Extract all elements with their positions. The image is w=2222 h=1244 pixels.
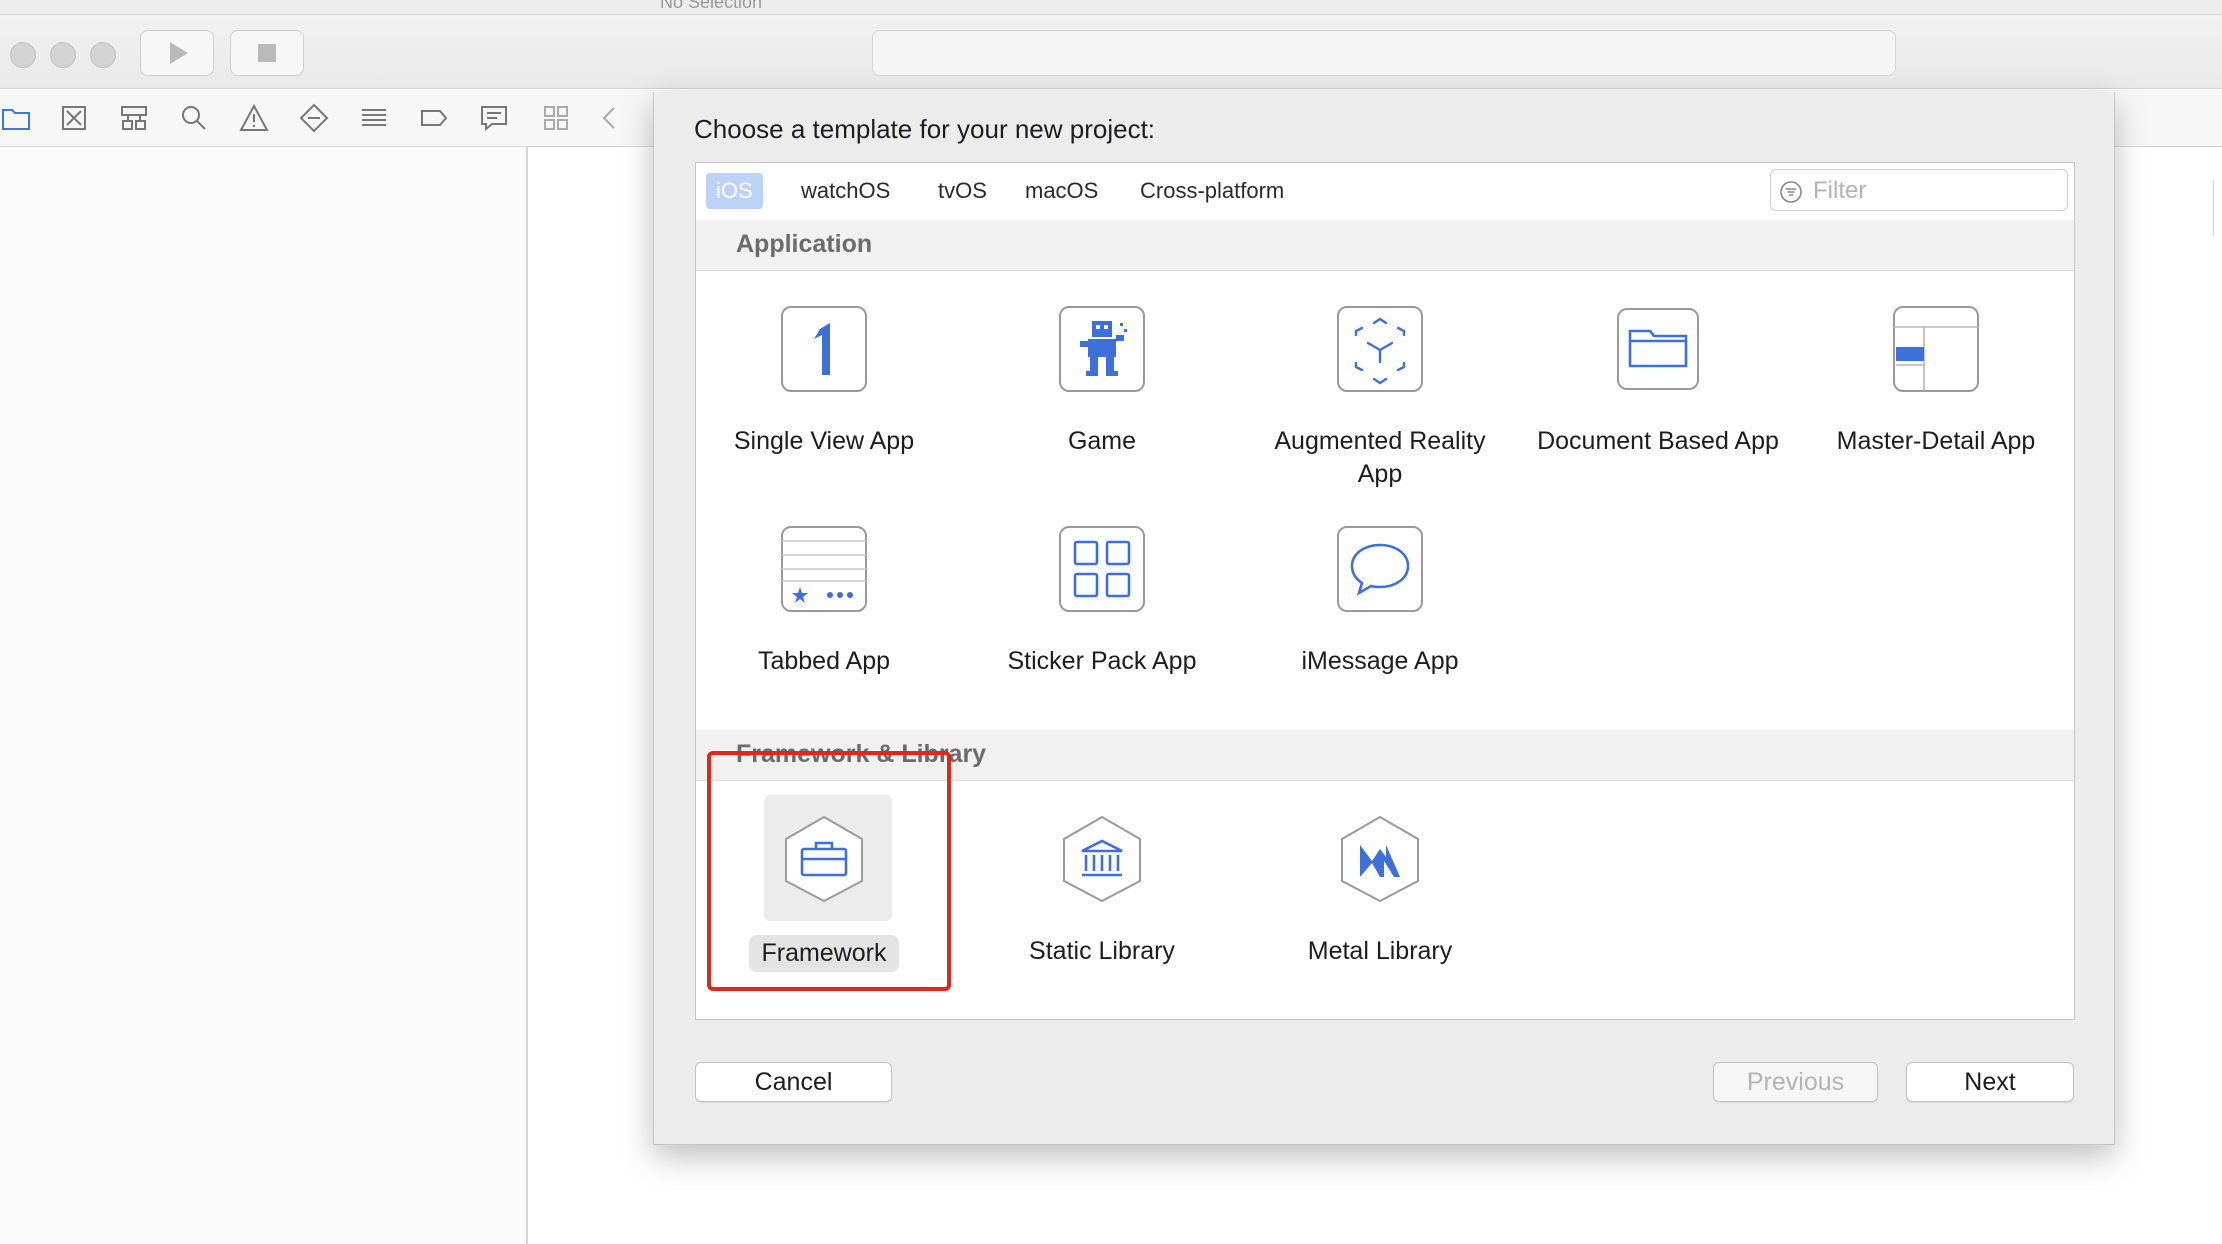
top-toolbar-strip: No Selection [0, 0, 2222, 15]
section-title: Application [736, 230, 873, 258]
project-navigator-icon[interactable] [0, 102, 32, 134]
single-view-app-icon [780, 305, 868, 393]
next-button[interactable]: Next [1906, 1062, 2074, 1102]
template-label: iMessage App [1301, 647, 1459, 675]
augmented-reality-icon [1336, 305, 1424, 393]
close-window-button[interactable] [10, 42, 36, 68]
master-detail-icon [1892, 305, 1980, 393]
template-label: Document Based App [1537, 427, 1779, 455]
template-metal-library[interactable]: Metal Library [1250, 815, 1510, 968]
symbol-navigator-icon[interactable] [118, 102, 150, 134]
test-navigator-icon[interactable] [298, 102, 330, 134]
window-titlebar: No Selection [0, 0, 2222, 89]
stop-button[interactable] [230, 30, 304, 76]
run-button[interactable] [140, 30, 214, 76]
highlight-box [707, 751, 951, 991]
report-navigator-icon[interactable] [478, 102, 510, 134]
inspector-toggle[interactable] [2213, 180, 2222, 236]
sticker-pack-icon [1058, 525, 1146, 613]
tab-watchos[interactable]: watchOS [791, 173, 900, 209]
back-chevron-icon[interactable] [594, 102, 626, 134]
tab-ios[interactable]: iOS [706, 173, 763, 209]
debug-navigator-icon[interactable] [358, 102, 390, 134]
tabbed-app-icon [780, 525, 868, 613]
tab-macos[interactable]: macOS [1015, 173, 1108, 209]
navigator-sidebar [0, 147, 528, 1244]
zoom-window-button[interactable] [90, 42, 116, 68]
sheet-title: Choose a template for your new project: [694, 114, 1156, 144]
template-label: Augmented Reality App [1274, 427, 1486, 488]
document-folder-icon [1614, 305, 1702, 393]
tab-tvos[interactable]: tvOS [928, 173, 997, 209]
minimize-window-button[interactable] [50, 42, 76, 68]
template-label: Static Library [1029, 937, 1175, 965]
tab-cross-platform[interactable]: Cross-platform [1130, 173, 1294, 209]
template-single-view-app[interactable]: Single View App [694, 305, 954, 458]
platform-tab-bar: iOS watchOS tvOS macOS Cross-platform [696, 163, 2074, 221]
issue-navigator-icon[interactable] [238, 102, 270, 134]
template-label: Sticker Pack App [1007, 647, 1197, 675]
cancel-button[interactable]: Cancel [695, 1062, 892, 1102]
breakpoint-navigator-icon[interactable] [418, 102, 450, 134]
filter-field[interactable] [1770, 169, 2068, 211]
source-control-navigator-icon[interactable] [58, 102, 90, 134]
static-library-icon [1058, 815, 1146, 903]
template-document-based-app[interactable]: Document Based App [1528, 305, 1788, 458]
template-sticker-pack-app[interactable]: Sticker Pack App [972, 525, 1232, 678]
related-items-icon[interactable] [540, 102, 572, 134]
game-icon [1058, 305, 1146, 393]
find-navigator-icon[interactable] [178, 102, 210, 134]
template-label: Tabbed App [757, 647, 891, 675]
template-imessage-app[interactable]: iMessage App [1250, 525, 1510, 678]
template-label: Master-Detail App [1836, 427, 2036, 455]
metal-library-icon [1336, 815, 1424, 903]
previous-button[interactable]: Previous [1713, 1062, 1878, 1102]
template-label: Game [1067, 427, 1137, 455]
template-label: Metal Library [1307, 937, 1453, 965]
template-master-detail-app[interactable]: Master-Detail App [1806, 305, 2066, 458]
stop-icon [258, 44, 276, 62]
play-icon [170, 42, 188, 64]
template-augmented-reality-app[interactable]: Augmented Reality App [1250, 305, 1510, 491]
filter-input[interactable] [1811, 174, 2055, 208]
navigator-status-text: No Selection [660, 0, 763, 12]
filter-icon [1780, 181, 1802, 203]
template-tabbed-app[interactable]: Tabbed App [694, 525, 954, 678]
template-label: Single View App [733, 427, 915, 455]
section-header-application: Application [696, 220, 2074, 271]
template-static-library[interactable]: Static Library [972, 815, 1232, 968]
imessage-icon [1336, 525, 1424, 613]
template-game[interactable]: Game [972, 305, 1232, 458]
activity-view [872, 30, 1896, 76]
